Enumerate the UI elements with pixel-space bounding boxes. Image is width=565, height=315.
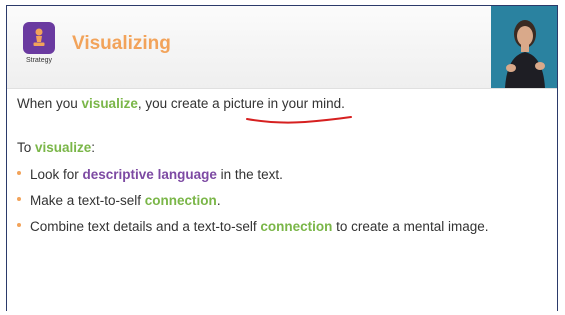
presenter-image xyxy=(491,6,557,88)
slide-header: Strategy Visualizing xyxy=(7,6,557,89)
intro-part2: , you create a picture in your mind. xyxy=(137,96,345,111)
bullet-pre: Combine text details and a text-to-self xyxy=(30,219,261,234)
bullet-icon xyxy=(17,171,21,176)
bullet-post: to create a mental image. xyxy=(332,219,489,234)
list-item: Combine text details and a text-to-self … xyxy=(17,219,488,234)
list-item: Make a text-to-self connection. xyxy=(17,193,221,208)
chess-pawn-icon xyxy=(33,28,45,46)
bullet-keyword: descriptive language xyxy=(82,167,217,182)
lesson-slide: Strategy Visualizing When you visualize,… xyxy=(6,5,558,311)
section-keyword: visualize xyxy=(35,140,92,155)
bullet-pre: Make a text-to-self xyxy=(30,193,145,208)
bullet-post: in the text. xyxy=(216,167,283,182)
intro-part1: When you xyxy=(17,96,82,111)
intro-keyword: visualize xyxy=(81,96,138,111)
section-prefix: To xyxy=(17,140,36,155)
badge-label: Strategy xyxy=(25,57,53,64)
strategy-badge xyxy=(23,22,55,54)
section-suffix: : xyxy=(91,140,96,155)
bullet-icon xyxy=(17,223,21,228)
list-item: Look for descriptive language in the tex… xyxy=(17,167,283,182)
bullet-keyword: connection xyxy=(144,193,217,208)
section-heading: To visualize: xyxy=(17,140,95,155)
bullet-keyword: connection xyxy=(260,219,333,234)
handwritten-underline xyxy=(246,116,352,124)
intro-sentence: When you visualize, you create a picture… xyxy=(17,96,345,111)
bullet-pre: Look for xyxy=(30,167,83,182)
slide-title: Visualizing xyxy=(72,33,171,54)
presenter-video xyxy=(491,6,557,88)
bullet-post: . xyxy=(216,193,221,208)
bullet-icon xyxy=(17,197,21,202)
